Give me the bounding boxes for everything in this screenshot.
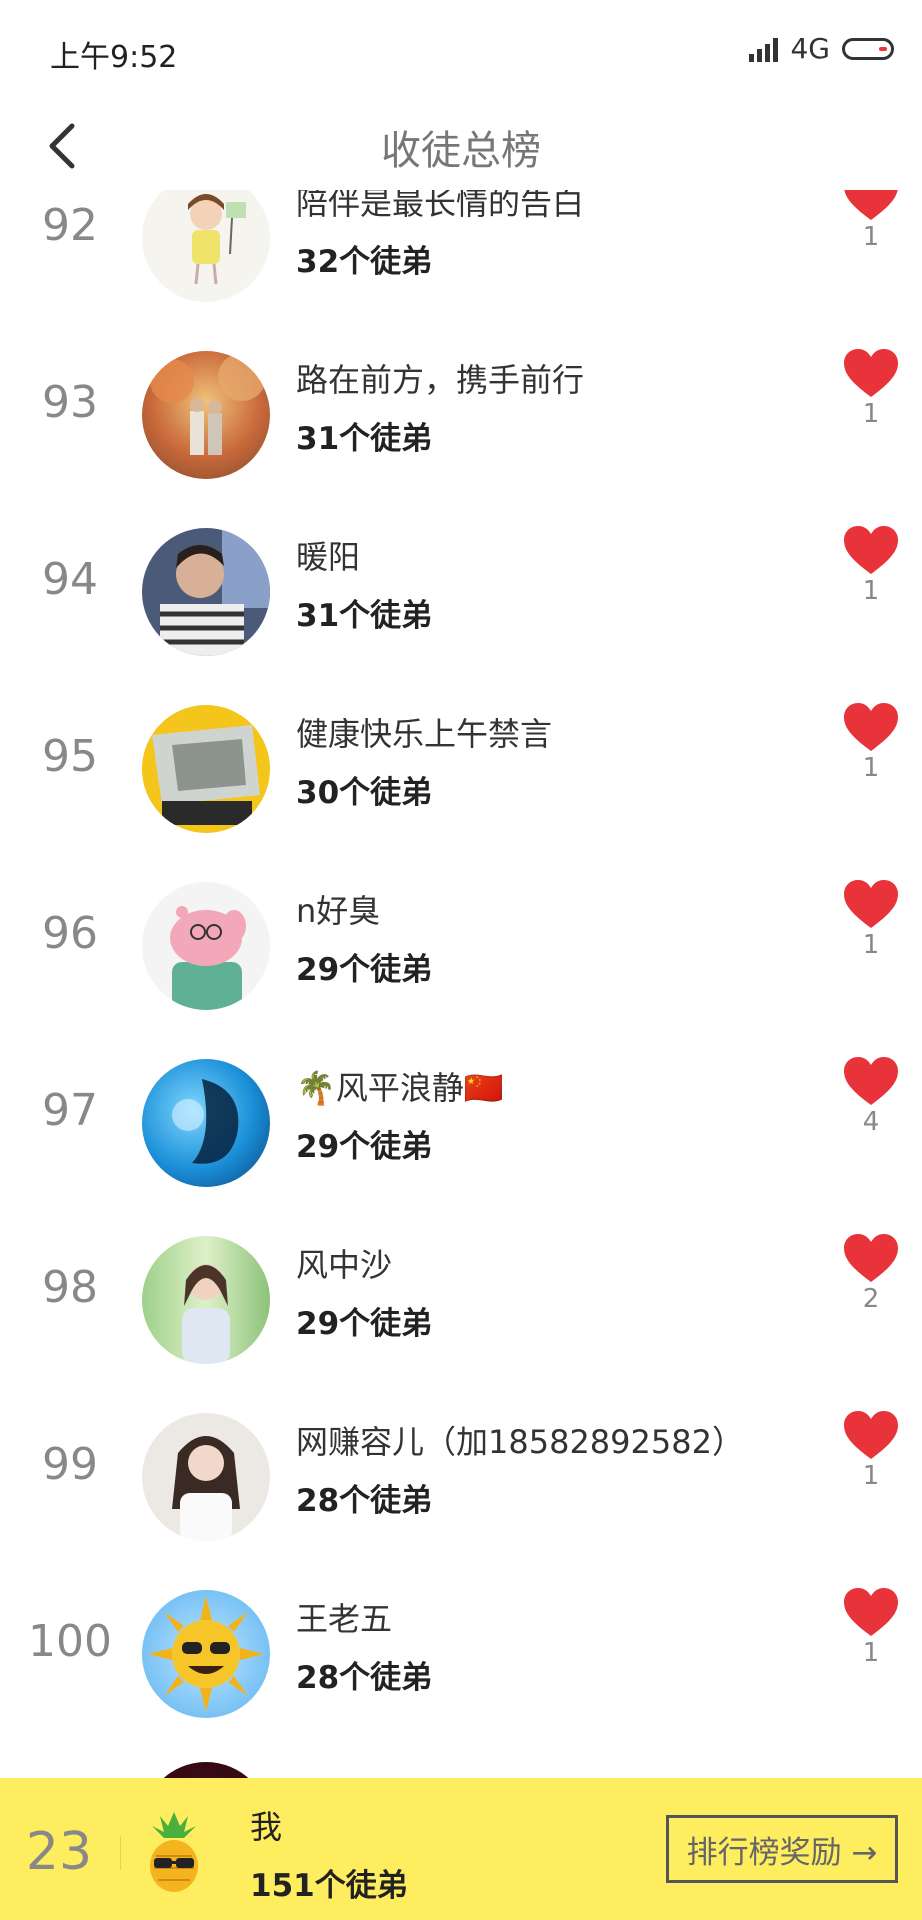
- blue-abstract-avatar[interactable]: [142, 1059, 270, 1187]
- woman-photo-avatar[interactable]: [142, 1236, 270, 1364]
- like-count: 1: [862, 576, 880, 606]
- autumn-couple-avatar[interactable]: [142, 351, 270, 479]
- rank-number: 93: [42, 377, 98, 428]
- status-time: 上午9:52: [50, 40, 178, 75]
- rank-number: 96: [42, 908, 98, 959]
- user-name: 暖阳: [296, 538, 361, 576]
- like-count: 4: [862, 1107, 880, 1137]
- list-item[interactable]: 97 🌴风平浪静🇨🇳 29个徒弟 4: [0, 1035, 922, 1212]
- my-name: 我: [250, 1808, 283, 1846]
- apprentice-count: 29个徒弟: [296, 1306, 433, 1342]
- woman-white-photo-avatar[interactable]: [142, 1413, 270, 1541]
- heart-icon: [844, 1057, 898, 1105]
- rank-number: 92: [42, 200, 98, 251]
- network-label: 4G: [790, 32, 830, 65]
- rank-number: 98: [42, 1262, 98, 1313]
- like-button[interactable]: 1: [836, 1409, 906, 1491]
- apprentice-count: 28个徒弟: [296, 1483, 433, 1519]
- list-item[interactable]: 100 王老五 28个徒弟 1: [0, 1566, 922, 1743]
- status-icons: 4G: [749, 32, 894, 65]
- heart-icon: [844, 349, 898, 397]
- ranking-list[interactable]: 92 陪伴是最长情的告白 32个徒弟 1 93 路在前方，携手前行 31个徒弟 …: [0, 190, 922, 1778]
- user-name: 陪伴是最长情的告白: [296, 190, 585, 222]
- like-button[interactable]: 1: [836, 1586, 906, 1668]
- status-bar: 上午9:52 4G: [0, 0, 922, 100]
- like-count: 1: [862, 1638, 880, 1668]
- leaderboard-reward-button[interactable]: 排行榜奖励 →: [666, 1815, 898, 1883]
- apprentice-count: 29个徒弟: [296, 1129, 433, 1165]
- man-photo-avatar[interactable]: [142, 528, 270, 656]
- yellow-photo-avatar[interactable]: [142, 705, 270, 833]
- rank-number: 95: [42, 731, 98, 782]
- list-item[interactable]: 93 路在前方，携手前行 31个徒弟 1: [0, 327, 922, 504]
- pig-cartoon-avatar[interactable]: [142, 882, 270, 1010]
- heart-icon: [844, 1411, 898, 1459]
- like-button[interactable]: 1: [836, 878, 906, 960]
- rank-number: 100: [28, 1616, 112, 1667]
- pineapple-sunglasses-avatar[interactable]: [140, 1808, 208, 1894]
- user-name: 路在前方，携手前行: [296, 361, 585, 399]
- heart-icon: [844, 1234, 898, 1282]
- list-item[interactable]: 96 n好臭 29个徒弟 1: [0, 858, 922, 1035]
- rank-number: 97: [42, 1085, 98, 1136]
- user-name: 网赚容儿（加18582892582）: [296, 1423, 744, 1461]
- heart-icon: [844, 526, 898, 574]
- apprentice-count: 29个徒弟: [296, 952, 433, 988]
- signal-icon: [749, 36, 779, 62]
- my-rank-bar: 23 我 151个徒弟 排行榜奖励 →: [0, 1778, 922, 1920]
- like-count: 1: [862, 753, 880, 783]
- apprentice-count: 30个徒弟: [296, 775, 433, 811]
- user-name: 风中沙: [296, 1246, 393, 1284]
- apprentice-count: 28个徒弟: [296, 1660, 433, 1696]
- list-item[interactable]: 94 暖阳 31个徒弟 1: [0, 504, 922, 681]
- like-count: 2: [862, 1284, 880, 1314]
- apprentice-count: 31个徒弟: [296, 598, 433, 634]
- my-apprentice-count: 151个徒弟: [250, 1868, 408, 1904]
- my-rank-number: 23: [25, 1822, 93, 1882]
- list-item[interactable]: 99 网赚容儿（加18582892582） 28个徒弟 1: [0, 1389, 922, 1566]
- rank-number: 99: [42, 1439, 98, 1490]
- girl-cartoon-avatar[interactable]: [142, 190, 270, 302]
- like-button[interactable]: 1: [836, 701, 906, 783]
- user-name: 🌴风平浪静🇨🇳: [296, 1069, 504, 1107]
- rank-number: 94: [42, 554, 98, 605]
- heart-icon: [844, 190, 898, 220]
- list-item[interactable]: 95 健康快乐上午禁言 30个徒弟 1: [0, 681, 922, 858]
- heart-icon: [844, 880, 898, 928]
- like-count: 1: [862, 930, 880, 960]
- sun-sunglasses-avatar[interactable]: [142, 1590, 270, 1718]
- like-button[interactable]: 2: [836, 1232, 906, 1314]
- page-title: 收徒总榜: [381, 128, 541, 174]
- like-button[interactable]: 4: [836, 1055, 906, 1137]
- header: 收徒总榜: [0, 100, 922, 190]
- like-button[interactable]: 1: [836, 524, 906, 606]
- user-name: 健康快乐上午禁言: [296, 715, 553, 753]
- like-count: 1: [862, 222, 880, 252]
- like-count: 1: [862, 1461, 880, 1491]
- user-name: n好臭: [296, 892, 381, 930]
- list-item[interactable]: 98 风中沙 29个徒弟 2: [0, 1212, 922, 1389]
- divider: [120, 1836, 121, 1870]
- like-button[interactable]: 1: [836, 347, 906, 429]
- heart-icon: [844, 1588, 898, 1636]
- list-item[interactable]: 92 陪伴是最长情的告白 32个徒弟 1: [0, 190, 922, 327]
- battery-icon: [842, 37, 894, 60]
- apprentice-count: 31个徒弟: [296, 421, 433, 457]
- user-name: 王老五: [296, 1600, 393, 1638]
- apprentice-count: 32个徒弟: [296, 244, 433, 280]
- heart-icon: [844, 703, 898, 751]
- like-count: 1: [862, 399, 880, 429]
- like-button[interactable]: 1: [836, 190, 906, 252]
